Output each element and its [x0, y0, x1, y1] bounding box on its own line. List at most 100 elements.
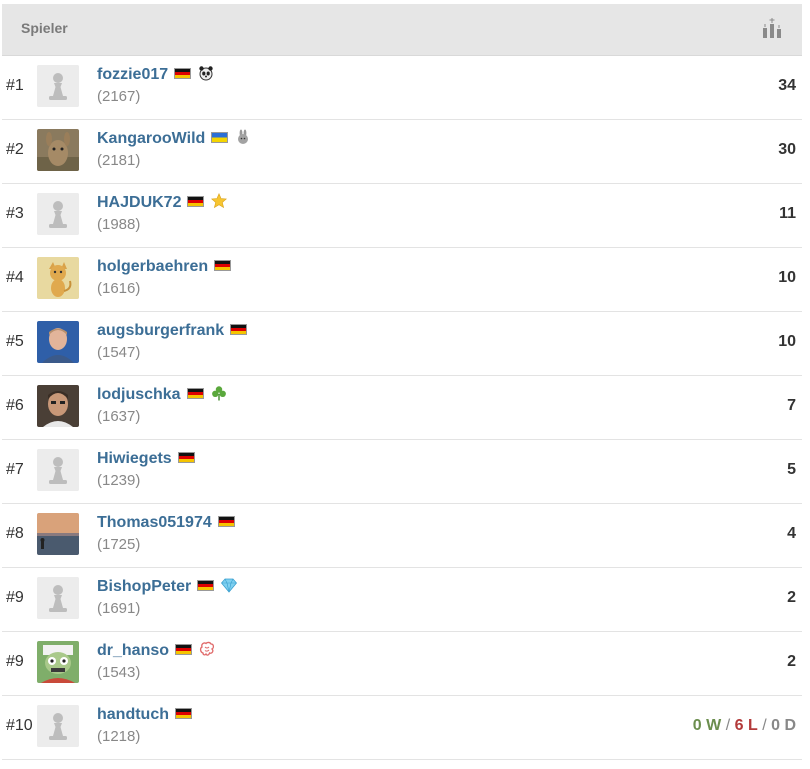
points-value: 10 — [778, 269, 796, 286]
player-rating: (1691) — [97, 600, 141, 617]
player-rating: (1637) — [97, 408, 141, 425]
diamond-icon — [221, 577, 238, 593]
table-row[interactable]: #5 augsburgerfrank (1547) 10 — [2, 312, 802, 376]
player-rating: (1547) — [97, 344, 141, 361]
rank-label: #3 — [6, 205, 24, 222]
draws-count: 0 D — [771, 717, 796, 734]
player-name-link[interactable]: HAJDUK72 — [97, 192, 228, 212]
avatar[interactable] — [37, 129, 79, 171]
points-value: 5 — [787, 461, 796, 478]
rank-label: #9 — [6, 653, 24, 670]
table-row[interactable]: #3 HAJDUK72 (1988) 11 — [2, 184, 802, 248]
player-name-link[interactable]: KangarooWild — [97, 129, 251, 148]
table-row[interactable]: #2 KangarooWild (2181) 30 — [2, 120, 802, 184]
player-rating: (1725) — [97, 536, 141, 553]
table-row[interactable]: #6 lodjuschka (1637) 7 — [2, 376, 802, 440]
rank-label: #10 — [6, 717, 33, 734]
player-rating: (1543) — [97, 664, 141, 681]
rank-label: #4 — [6, 269, 24, 286]
points-value: 11 — [779, 205, 796, 222]
column-header-players[interactable]: Spieler — [21, 20, 68, 36]
points-value: 30 — [778, 141, 796, 158]
avatar[interactable] — [37, 641, 79, 683]
avatar[interactable] — [37, 65, 79, 107]
avatar[interactable] — [37, 385, 79, 427]
table-row[interactable]: #9 BishopPeter (1691) 2 — [2, 568, 802, 632]
avatar[interactable] — [37, 577, 79, 619]
germany-flag-icon — [217, 516, 235, 528]
win-loss-draw: 0 W / 6 L / 0 D — [693, 717, 796, 735]
table-header: Spieler — [2, 4, 802, 56]
clover-icon — [211, 385, 227, 401]
player-name-link[interactable]: Thomas051974 — [97, 514, 235, 532]
player-rating: (1239) — [97, 472, 141, 489]
germany-flag-icon — [175, 644, 193, 656]
panda-icon — [198, 65, 214, 81]
points-value: 4 — [787, 525, 796, 542]
player-name: HAJDUK72 — [97, 194, 182, 211]
table-row[interactable]: #9 dr_hanso (1543) 2 — [2, 632, 802, 696]
player-name-link[interactable]: Hiwiegets — [97, 450, 195, 468]
points-value: 2 — [787, 589, 796, 606]
germany-flag-icon — [214, 260, 232, 272]
points-value: 2 — [787, 653, 796, 670]
germany-flag-icon — [186, 388, 204, 400]
points-value: 7 — [787, 397, 796, 414]
player-name: Thomas051974 — [97, 514, 212, 531]
player-name-link[interactable]: handtuch — [97, 706, 192, 724]
player-name-link[interactable]: augsburgerfrank — [97, 322, 248, 340]
player-name-link[interactable]: fozzie017 — [97, 66, 214, 84]
table-row[interactable]: #4 holgerbaehren (1616) 10 — [2, 248, 802, 312]
rank-label: #2 — [6, 141, 24, 158]
avatar[interactable] — [37, 257, 79, 299]
player-rating: (2167) — [97, 88, 141, 105]
player-name: augsburgerfrank — [97, 322, 225, 339]
player-name: handtuch — [97, 706, 169, 723]
player-name: fozzie017 — [97, 66, 169, 83]
player-name: Hiwiegets — [97, 450, 172, 467]
player-rating: (2181) — [97, 152, 141, 169]
germany-flag-icon — [197, 580, 215, 592]
rank-label: #1 — [6, 77, 24, 94]
table-row[interactable]: #8 Thomas051974 (1725) 4 — [2, 504, 802, 568]
leaderboard-table: Spieler #1 fozzie017 (2167) 34 #2 KangarooWil… — [2, 4, 802, 760]
player-name: holgerbaehren — [97, 258, 209, 275]
germany-flag-icon — [230, 324, 248, 336]
player-name: dr_hanso — [97, 642, 170, 659]
player-rating: (1218) — [97, 728, 141, 745]
player-name: KangarooWild — [97, 130, 206, 147]
player-name: lodjuschka — [97, 386, 181, 403]
separator: / — [725, 717, 731, 734]
germany-flag-icon — [187, 196, 205, 208]
losses-count: 6 L — [734, 717, 758, 734]
rank-label: #8 — [6, 525, 24, 542]
table-row[interactable]: #7 Hiwiegets (1239) 5 — [2, 440, 802, 504]
rabbit-icon — [235, 129, 251, 145]
player-rating: (1988) — [97, 216, 141, 233]
avatar[interactable] — [37, 193, 79, 235]
trophy-icon[interactable] — [762, 18, 782, 38]
ukraine-flag-icon — [211, 132, 229, 144]
separator: / — [762, 717, 767, 734]
wins-count: 0 W — [692, 717, 722, 734]
rank-label: #7 — [6, 461, 24, 478]
player-name: BishopPeter — [97, 578, 192, 595]
points-value: 10 — [778, 333, 796, 350]
player-name-link[interactable]: holgerbaehren — [97, 258, 232, 276]
avatar[interactable] — [37, 705, 79, 747]
germany-flag-icon — [177, 452, 195, 464]
table-row[interactable]: #1 fozzie017 (2167) 34 — [2, 56, 802, 120]
rank-label: #5 — [6, 333, 24, 350]
brain-icon — [199, 641, 215, 657]
player-name-link[interactable]: BishopPeter — [97, 577, 238, 596]
player-rating: (1616) — [97, 280, 141, 297]
germany-flag-icon — [174, 68, 192, 80]
table-row[interactable]: #10 handtuch (1218) 0 W / 6 L / 0 D — [2, 696, 802, 760]
avatar[interactable] — [37, 449, 79, 491]
avatar[interactable] — [37, 321, 79, 363]
player-name-link[interactable]: lodjuschka — [97, 386, 227, 404]
points-value: 34 — [778, 77, 796, 94]
rank-label: #9 — [6, 589, 24, 606]
player-name-link[interactable]: dr_hanso — [97, 641, 215, 660]
avatar[interactable] — [37, 513, 79, 555]
